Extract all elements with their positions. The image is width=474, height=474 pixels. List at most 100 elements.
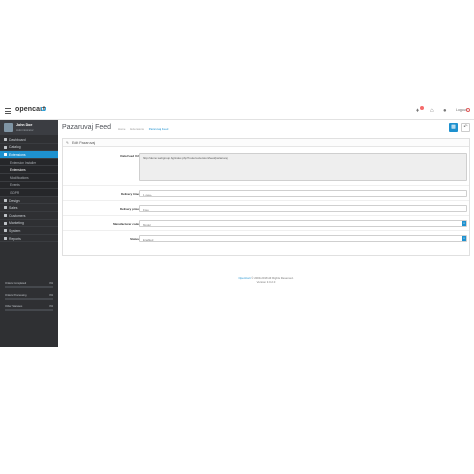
sidebar-item-catalog[interactable]: Catalog [0, 144, 58, 152]
panel-title: Edit Pazaruvaj [72, 141, 96, 145]
footer-version: Version 3.0.2.0 [256, 280, 276, 284]
field-label: Delivery time [121, 192, 139, 196]
stat-value: 0% [49, 293, 53, 297]
feed-url-textarea[interactable]: http://demo.webgroup.bg/index.php?route=… [139, 153, 467, 181]
row-feed-url: Data Feed Url http://demo.webgroup.bg/in… [63, 150, 469, 186]
sidebar-item-dashboard[interactable]: Dashboard [0, 136, 58, 144]
dashboard-icon [4, 138, 7, 141]
sidebar-subitem-events[interactable]: Events [0, 181, 58, 190]
gear-icon [4, 229, 7, 233]
row-delivery-price: Delivery price Free [63, 202, 469, 216]
top-header: opencart ♦ ⌂ ● Logout [0, 103, 474, 120]
stat-value: 0% [49, 305, 53, 308]
chevron-down-icon: ▾ [462, 221, 466, 226]
sidebar-item-label: Design [9, 198, 20, 203]
progress-bar [5, 286, 53, 288]
puzzle-icon [4, 153, 7, 157]
sidebar-item-label: Sales [9, 206, 18, 211]
app-window: opencart ♦ ⌂ ● Logout John Doe Administr… [0, 103, 474, 347]
row-delivery-time: Delivery time 1 день [63, 187, 469, 201]
sidebar-item-label: Dashboard [9, 137, 26, 142]
panel-heading: ✎ Edit Pazaruvaj [63, 139, 469, 147]
row-manufacturer-code: Manufacturer code Model ▾ [63, 217, 469, 231]
footer-link[interactable]: OpenCart [238, 276, 250, 280]
share-icon [4, 221, 7, 225]
field-label: Delivery price [120, 207, 139, 211]
bell-icon[interactable]: ♦ [416, 108, 419, 114]
sidebar-subitem-installer[interactable]: Extension Installer [0, 158, 58, 167]
sidebar-item-label: Reports [9, 236, 21, 241]
sidebar-item-reports[interactable]: Reports [0, 235, 58, 243]
breadcrumb-current[interactable]: Pazaruvaj Feed [149, 127, 169, 131]
user-profile[interactable]: John Doe Administrator [0, 120, 58, 135]
sidebar-subitem-modifications[interactable]: Modifications [0, 173, 58, 182]
sidebar: John Doe Administrator Dashboard Catalog… [0, 120, 58, 347]
sidebar-item-design[interactable]: Design [0, 197, 58, 205]
sidebar-item-sales[interactable]: Sales [0, 204, 58, 212]
row-status: Status Enabled ▾ [63, 232, 469, 246]
avatar [4, 123, 13, 132]
delivery-time-input[interactable]: 1 день [139, 190, 467, 197]
stat-value: 0% [49, 282, 53, 285]
field-label: Status [130, 237, 139, 241]
sidebar-item-label: Events [10, 183, 20, 188]
sidebar-subitem-gdpr[interactable]: GDPR [0, 189, 58, 197]
sidebar-item-label: Extensions [9, 152, 26, 157]
desktop-icon [4, 198, 7, 202]
sidebar-item-label: System [9, 228, 21, 233]
logout-icon[interactable] [466, 108, 470, 112]
chart-icon [4, 236, 7, 240]
select-value: Model [143, 222, 151, 227]
sidebar-item-label: Marketing [9, 221, 24, 226]
save-icon: ▩ [451, 124, 456, 130]
sidebar-item-label: Extension Installer [10, 160, 37, 165]
home-icon[interactable]: ⌂ [430, 108, 434, 114]
progress-bar [5, 297, 53, 300]
main-content: Pazaruvaj Feed Home Extensions Pazaruvaj… [58, 120, 474, 347]
manufacturer-code-select[interactable]: Model ▾ [139, 220, 467, 227]
select-value: Enabled [143, 237, 154, 242]
footer: OpenCart © 2009-2018 All Rights Reserved… [58, 276, 474, 284]
notification-badge [420, 106, 424, 110]
sidebar-subitem-extensions[interactable]: Extensions [0, 166, 58, 174]
cart-logo-icon [41, 107, 46, 111]
sidebar-item-label: Modifications [10, 175, 29, 180]
stat-label: Orders Processing [5, 293, 27, 297]
sidebar-item-label: Customers [9, 213, 26, 218]
page-title: Pazaruvaj Feed [62, 124, 112, 131]
pencil-icon: ✎ [66, 141, 69, 145]
sidebar-item-marketing[interactable]: Marketing [0, 220, 58, 228]
tag-icon [4, 145, 7, 149]
sidebar-nav: Dashboard Catalog Extensions Extension I… [0, 136, 58, 243]
back-icon: ↶ [463, 124, 468, 130]
stat-other-statuses: Other Statuses 0% [5, 305, 53, 317]
breadcrumb-home[interactable]: Home [118, 127, 125, 131]
sidebar-item-label: Extensions [10, 168, 26, 173]
stat-label: Other Statuses [5, 305, 23, 308]
user-role: Administrator [16, 128, 34, 132]
save-button[interactable]: ▩ [449, 123, 458, 132]
stat-orders-processing: Orders Processing 0% [5, 294, 53, 306]
back-button[interactable]: ↶ [461, 123, 470, 132]
progress-bar [5, 309, 53, 311]
breadcrumb-extensions[interactable]: Extensions [130, 127, 144, 131]
breadcrumb: Home Extensions Pazaruvaj Feed [118, 127, 172, 131]
order-stats: Orders Completed 0% Orders Processing 0%… [5, 282, 53, 317]
cart-icon [4, 206, 7, 210]
user-icon [4, 213, 7, 217]
user-name: John Doe [16, 123, 33, 127]
sidebar-item-label: GDPR [10, 190, 20, 195]
stat-orders-completed: Orders Completed 0% [5, 282, 53, 294]
stat-label: Orders Completed [5, 282, 27, 285]
sidebar-item-label: Catalog [9, 145, 21, 150]
sidebar-item-system[interactable]: System [0, 227, 58, 235]
field-label: Manufacturer code [113, 222, 139, 226]
help-icon[interactable]: ● [443, 108, 447, 114]
sidebar-item-customers[interactable]: Customers [0, 212, 58, 220]
sidebar-item-extensions[interactable]: Extensions [0, 151, 58, 159]
status-select[interactable]: Enabled ▾ [139, 235, 467, 242]
field-label: Data Feed Url [120, 154, 139, 158]
delivery-price-input[interactable]: Free [139, 205, 467, 212]
menu-icon[interactable] [5, 108, 11, 114]
chevron-down-icon: ▾ [462, 236, 466, 241]
